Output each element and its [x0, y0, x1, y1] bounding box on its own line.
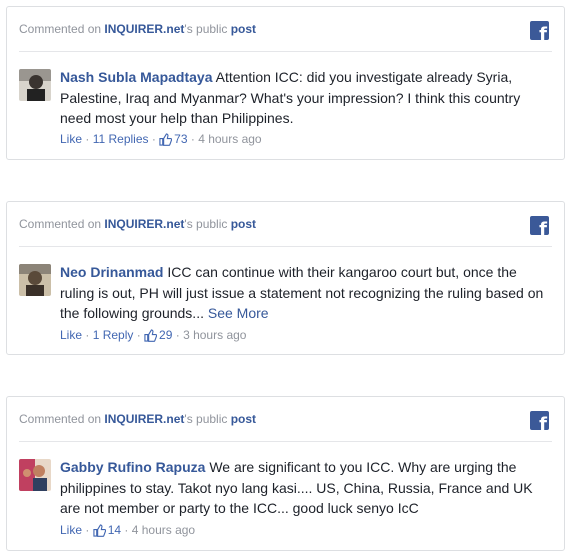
thumbs-up-icon	[93, 523, 106, 537]
like-link[interactable]: Like	[60, 523, 82, 537]
facebook-glyph: f	[539, 414, 547, 431]
separator: ·	[121, 523, 132, 537]
card-header: Commented on INQUIRER.net 's public post…	[19, 397, 552, 442]
comment-body: Gabby Rufino Rapuza We are significant t…	[60, 457, 550, 519]
card-header: Commented on INQUIRER.net 's public post…	[19, 202, 552, 247]
card-header: Commented on INQUIRER.net 's public post…	[19, 7, 552, 52]
author-name[interactable]: Nash Subla Mapadtaya	[60, 69, 213, 85]
separator: ·	[172, 328, 184, 342]
separator: ·	[82, 328, 93, 342]
facebook-glyph: f	[539, 24, 547, 41]
likes-count[interactable]: 29	[159, 328, 172, 342]
comment-card: Commented on INQUIRER.net 's public post…	[6, 6, 565, 160]
commented-on-text: Commented on	[19, 22, 105, 36]
commented-on-text: Commented on	[19, 217, 105, 231]
commented-on-text: Commented on	[19, 412, 105, 426]
facebook-icon[interactable]: f	[530, 411, 549, 430]
post-link[interactable]: post	[231, 22, 256, 36]
comment-actions: Like · 11 Replies · 73 · 4 hours ago	[60, 132, 262, 146]
comment-card: Commented on INQUIRER.net 's public post…	[6, 201, 565, 355]
separator: ·	[148, 132, 160, 146]
separator: ·	[82, 523, 93, 537]
comment-body: Neo Drinanmad ICC can continue with thei…	[60, 262, 550, 324]
replies-link[interactable]: 1 Reply	[93, 328, 134, 342]
public-text: 's public	[184, 217, 231, 231]
replies-link[interactable]: 11 Replies	[93, 132, 149, 146]
publisher-link[interactable]: INQUIRER.net	[104, 412, 184, 426]
like-link[interactable]: Like	[60, 132, 82, 146]
comment-body: Nash Subla Mapadtaya Attention ICC: did …	[60, 67, 550, 129]
facebook-glyph: f	[539, 219, 547, 236]
thumbs-up-icon	[159, 132, 173, 146]
comment-actions: Like · 1 Reply · 29 · 3 hours ago	[60, 328, 246, 342]
thumbs-up-icon	[144, 328, 158, 342]
separator: ·	[187, 132, 199, 146]
author-name[interactable]: Gabby Rufino Rapuza	[60, 459, 205, 475]
comment-card: Commented on INQUIRER.net 's public post…	[6, 396, 565, 551]
avatar[interactable]	[19, 264, 51, 296]
see-more-link[interactable]: See More	[208, 305, 269, 321]
like-link[interactable]: Like	[60, 328, 82, 342]
post-link[interactable]: post	[231, 412, 256, 426]
public-text: 's public	[184, 22, 231, 36]
facebook-icon[interactable]: f	[530, 216, 549, 235]
avatar[interactable]	[19, 69, 51, 101]
facebook-icon[interactable]: f	[530, 21, 549, 40]
timestamp[interactable]: 4 hours ago	[132, 523, 195, 537]
separator: ·	[82, 132, 93, 146]
likes-count[interactable]: 14	[108, 523, 121, 537]
publisher-link[interactable]: INQUIRER.net	[104, 217, 184, 231]
public-text: 's public	[184, 412, 231, 426]
timestamp[interactable]: 4 hours ago	[198, 132, 261, 146]
author-name[interactable]: Neo Drinanmad	[60, 264, 163, 280]
comment-actions: Like · 14 · 4 hours ago	[60, 523, 195, 537]
separator: ·	[133, 328, 145, 342]
publisher-link[interactable]: INQUIRER.net	[104, 22, 184, 36]
timestamp[interactable]: 3 hours ago	[183, 328, 246, 342]
post-link[interactable]: post	[231, 217, 256, 231]
likes-count[interactable]: 73	[174, 132, 187, 146]
avatar[interactable]	[19, 459, 51, 491]
